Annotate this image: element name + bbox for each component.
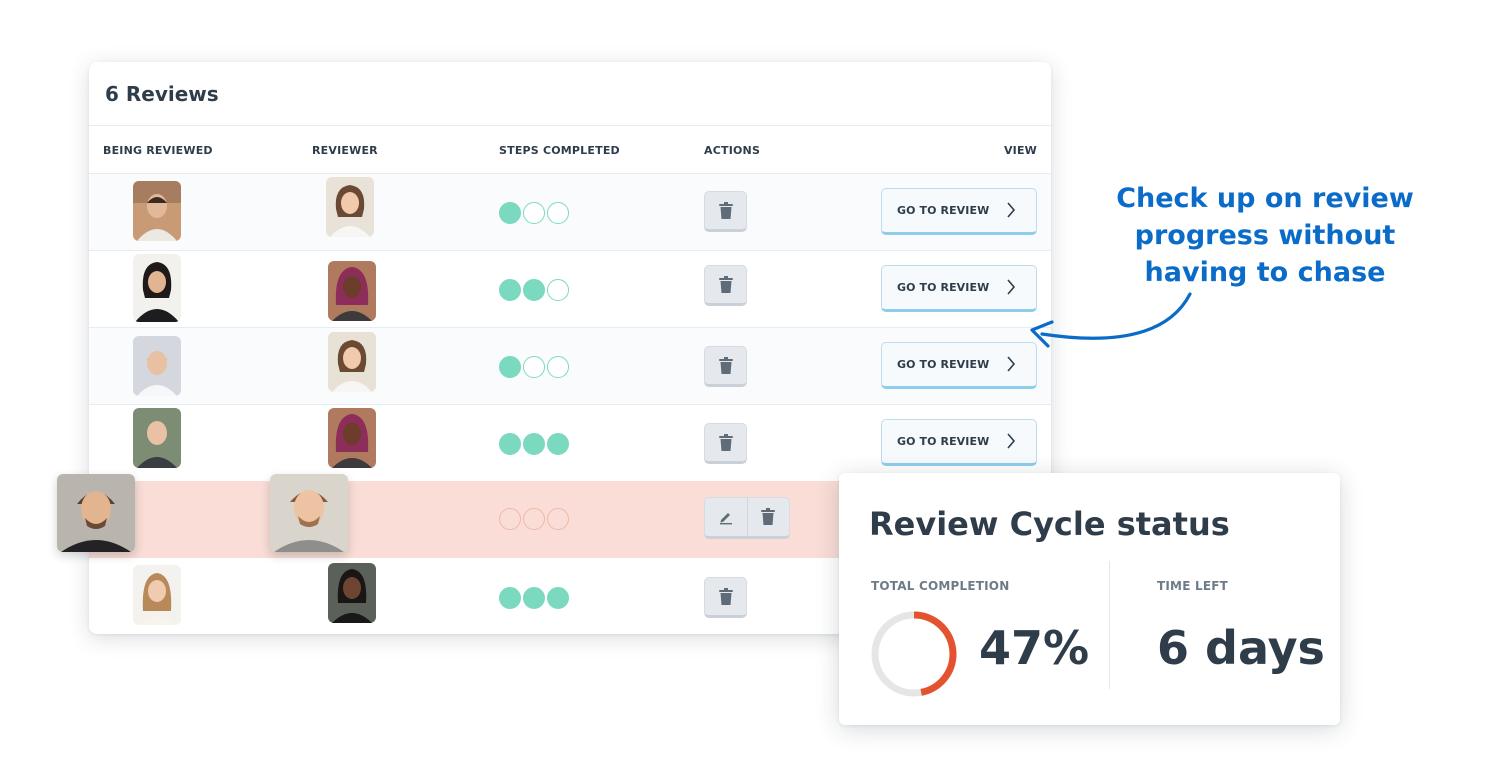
step-dot	[547, 508, 569, 530]
go-to-review-button[interactable]: GO TO REVIEW	[881, 419, 1037, 466]
steps-indicator	[499, 508, 569, 530]
delete-button[interactable]	[704, 191, 747, 232]
review-cycle-status-card: Review Cycle status TOTAL COMPLETION TIM…	[839, 473, 1340, 725]
step-dot	[547, 433, 569, 455]
status-title: Review Cycle status	[869, 505, 1230, 543]
step-dot	[547, 587, 569, 609]
steps-indicator	[499, 356, 569, 378]
col-reviewer: REVIEWER	[312, 144, 378, 157]
steps-indicator	[499, 433, 569, 455]
callout-text: Check up on review progress without havi…	[1116, 183, 1414, 288]
step-dot	[523, 587, 545, 609]
trash-icon	[718, 356, 733, 374]
callout-arrow-icon	[1030, 292, 1192, 348]
col-view: VIEW	[1003, 144, 1037, 157]
dragged-avatar-frame	[57, 474, 135, 552]
time-left-value: 6 days	[1157, 621, 1325, 675]
chevron-right-icon	[1007, 433, 1016, 449]
trash-icon	[761, 508, 776, 525]
time-left-label: TIME LEFT	[1157, 579, 1228, 593]
avatar-reviewer	[328, 563, 376, 623]
dragged-avatar-reviewer[interactable]	[270, 474, 348, 552]
go-to-review-label: GO TO REVIEW	[897, 358, 990, 371]
avatar-reviewer	[328, 332, 376, 392]
step-dot	[547, 202, 569, 224]
stage: 6 Reviews BEING REVIEWED REVIEWER STEPS …	[0, 0, 1500, 767]
status-divider	[1109, 561, 1110, 689]
go-to-review-label: GO TO REVIEW	[897, 204, 990, 217]
avatar-reviewee	[133, 408, 181, 468]
trash-icon	[718, 587, 733, 605]
completion-ring	[871, 611, 957, 697]
delete-button[interactable]	[704, 577, 747, 618]
step-dot	[499, 356, 521, 378]
avatar-reviewee	[133, 254, 181, 322]
steps-indicator	[499, 279, 569, 301]
edit-button[interactable]	[705, 498, 747, 536]
go-to-review-label: GO TO REVIEW	[897, 435, 990, 448]
trash-icon	[718, 433, 733, 451]
go-to-review-button[interactable]: GO TO REVIEW	[881, 188, 1037, 235]
row-actions-group	[704, 497, 790, 539]
col-being-reviewed: BEING REVIEWED	[103, 144, 213, 157]
avatar-reviewee	[133, 565, 181, 625]
step-dot	[523, 202, 545, 224]
trash-icon	[718, 275, 733, 293]
step-dot	[499, 508, 521, 530]
step-dot	[547, 356, 569, 378]
step-dot	[547, 279, 569, 301]
delete-button[interactable]	[704, 423, 747, 464]
total-completion-label: TOTAL COMPLETION	[871, 579, 1010, 593]
header-divider	[89, 125, 1051, 126]
step-dot	[499, 433, 521, 455]
delete-button[interactable]	[704, 265, 747, 306]
completion-percent: 47%	[979, 621, 1090, 675]
col-steps-completed: STEPS COMPLETED	[499, 144, 620, 157]
step-dot	[499, 279, 521, 301]
steps-indicator	[499, 587, 569, 609]
step-dot	[499, 587, 521, 609]
table-row[interactable]: GO TO REVIEW	[89, 405, 1051, 482]
pencil-icon	[719, 513, 732, 525]
table-row[interactable]: GO TO REVIEW	[89, 251, 1051, 328]
delete-button[interactable]	[746, 498, 790, 536]
chevron-right-icon	[1007, 202, 1016, 218]
step-dot	[499, 202, 521, 224]
delete-button[interactable]	[704, 346, 747, 387]
table-row[interactable]: GO TO REVIEW	[89, 174, 1051, 251]
avatar-reviewee	[133, 336, 181, 396]
steps-indicator	[499, 202, 569, 224]
step-dot	[523, 279, 545, 301]
go-to-review-label: GO TO REVIEW	[897, 281, 990, 294]
avatar-reviewer	[326, 177, 374, 237]
step-dot	[523, 508, 545, 530]
step-dot	[523, 356, 545, 378]
avatar-reviewer	[328, 261, 376, 321]
avatar-reviewer	[328, 408, 376, 468]
reviews-title: 6 Reviews	[105, 82, 219, 106]
trash-icon	[718, 201, 733, 219]
col-actions: ACTIONS	[704, 144, 761, 157]
avatar-reviewee	[133, 181, 181, 241]
table-row[interactable]: GO TO REVIEW	[89, 328, 1051, 405]
step-dot	[523, 433, 545, 455]
